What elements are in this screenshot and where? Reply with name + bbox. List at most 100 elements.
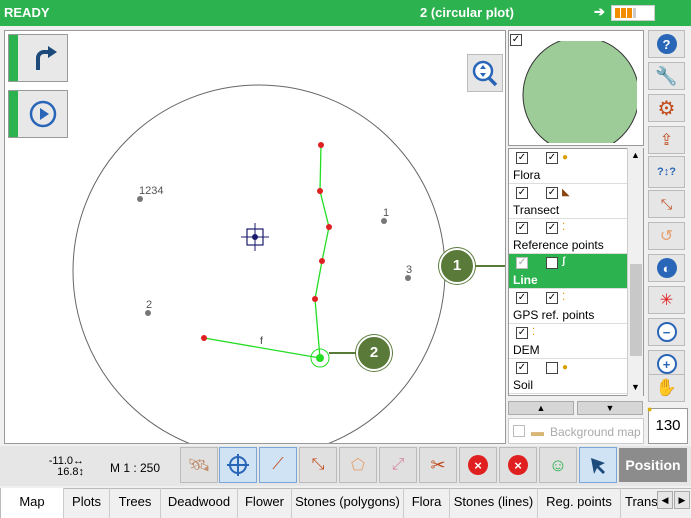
crosshair-icon <box>227 454 249 476</box>
folder-icon: ▬ <box>531 424 544 439</box>
map-canvas[interactable]: 1234 1 3 2 f 1 2 <box>4 30 506 444</box>
zoom-in-icon: + <box>656 354 677 374</box>
zoom-out-button[interactable]: − <box>648 318 685 346</box>
layer-visible-checkbox[interactable]: ✓ <box>516 292 528 304</box>
tab-stones-lines[interactable]: Stones (lines) <box>450 488 538 518</box>
points-icon: ⁚ <box>562 222 566 233</box>
coord-y: 16.8↕ <box>57 466 84 478</box>
layer-label-checkbox[interactable]: ✓ <box>546 257 558 269</box>
layer-label-checkbox[interactable]: ✓ <box>546 222 558 234</box>
gear-button[interactable]: ⚙ <box>648 94 685 122</box>
split-icon: ✂ <box>430 454 446 475</box>
layer-label: GPS ref. points <box>513 308 595 322</box>
edit-points-icon: ⤡ <box>311 456 325 473</box>
compress-button[interactable]: ✳ <box>648 286 685 314</box>
chevron-up-icon[interactable]: ▲ <box>631 150 640 160</box>
battery-icon <box>611 5 655 21</box>
layer-label-checkbox[interactable]: ✓ <box>546 187 558 199</box>
layer-item-dem[interactable]: ✓ ⁚ DEM <box>509 324 628 359</box>
move-vertex-icon: ⤢ <box>391 456 405 473</box>
layer-down-button[interactable]: ▼ <box>577 401 643 415</box>
satellite-icon: 🛰 <box>187 454 211 475</box>
layer-item-gps-ref-points[interactable]: ✓ ✓ ⁚ GPS ref. points <box>509 289 628 324</box>
line-label: f <box>260 336 263 347</box>
polygon-icon: ⬠ <box>351 457 365 474</box>
redo-button[interactable] <box>8 34 68 82</box>
tab-stones-polygons[interactable]: Stones (polygons) <box>292 488 404 518</box>
status-text: READY <box>4 5 50 20</box>
pointer-icon <box>591 458 605 474</box>
layer-visible-checkbox[interactable]: ✓ <box>516 362 528 374</box>
zoom-fit-button[interactable] <box>467 54 503 92</box>
crosshair-button[interactable] <box>219 447 257 483</box>
layer-list[interactable]: ✓ ✓ ● Flora ✓ ✓ ◣ Transect ✓ ✓ ⁚ Referen… <box>508 148 644 396</box>
polygon-button[interactable]: ⬠ <box>339 447 377 483</box>
tab-trees[interactable]: Trees <box>110 488 161 518</box>
lasso-button[interactable]: ↺ <box>648 222 685 250</box>
tab-trans[interactable]: Trans <box>621 488 657 518</box>
chevron-down-icon[interactable]: ▼ <box>631 382 640 392</box>
move-vertex-button[interactable]: ⤢ <box>379 447 417 483</box>
globe-button[interactable]: ◐ <box>648 254 685 282</box>
lasso-icon: ↺ <box>659 228 674 245</box>
gps-button[interactable]: 🛰 <box>180 447 218 483</box>
tab-flora[interactable]: Flora <box>404 488 450 518</box>
tab-reg-points[interactable]: Reg. points <box>538 488 621 518</box>
layer-visible-checkbox[interactable]: ✓ <box>516 327 528 339</box>
person-button[interactable]: ☺ <box>539 447 577 483</box>
layer-visible-checkbox[interactable]: ✓ <box>516 152 528 164</box>
pointer-button[interactable] <box>579 447 617 483</box>
delete-point-button[interactable]: × <box>499 447 537 483</box>
person-icon: ☺ <box>548 454 568 475</box>
layer-scrollbar[interactable]: ▲ ▼ <box>627 148 643 396</box>
edit-points-button[interactable]: ⤡ <box>299 447 337 483</box>
query-icon: ?↕? <box>657 166 676 178</box>
layer-visible-checkbox[interactable]: ✓ <box>516 257 528 269</box>
delete-point-icon: × <box>508 455 528 475</box>
draw-line-button[interactable]: ⟋ <box>259 447 297 483</box>
background-map-toggle[interactable]: ▬ Background map <box>508 418 644 444</box>
transect-icon: ◣ <box>562 187 570 198</box>
layer-visible-checkbox[interactable]: ✓ <box>516 222 528 234</box>
points-icon: ⁚ <box>562 292 566 303</box>
layer-visible-checkbox[interactable]: ✓ <box>516 187 528 199</box>
soil-icon: ● <box>562 362 569 373</box>
zoom-fit-icon <box>472 60 498 87</box>
navigate-arrow-icon[interactable]: ➔ <box>594 4 605 20</box>
help-button[interactable]: ? <box>648 30 685 58</box>
upload-button[interactable]: ⇪ <box>648 126 685 154</box>
map-scale: M 1 : 250 <box>110 461 161 475</box>
tab-map[interactable]: Map <box>0 488 64 518</box>
layer-item-flora[interactable]: ✓ ✓ ● Flora <box>509 149 628 184</box>
tab-scroll-right-button[interactable]: ▶ <box>674 491 690 509</box>
layer-item-soil[interactable]: ✓ ● Soil <box>509 359 628 394</box>
select-button[interactable]: ⤡ <box>648 190 685 218</box>
play-button[interactable] <box>8 90 68 138</box>
pan-button[interactable]: ✋ <box>648 374 685 402</box>
layer-item-reference-points[interactable]: ✓ ✓ ⁚ Reference points <box>509 219 628 254</box>
settings-tool-button[interactable]: 🔧 <box>648 62 685 90</box>
query-button[interactable]: ?↕? <box>648 156 685 188</box>
layer-label-checkbox[interactable]: ✓ <box>546 292 558 304</box>
position-button[interactable]: Position <box>619 448 687 482</box>
point-label: 1 <box>383 207 390 219</box>
redo-icon <box>36 46 57 70</box>
layer-item-transect[interactable]: ✓ ✓ ◣ Transect <box>509 184 628 219</box>
hand-icon: ✋ <box>655 378 678 397</box>
tab-scroll-left-button[interactable]: ◀ <box>657 491 673 509</box>
tab-deadwood[interactable]: Deadwood <box>161 488 238 518</box>
delete-line-button[interactable]: × <box>459 447 497 483</box>
layer-up-button[interactable]: ▲ <box>508 401 574 415</box>
compress-icon: ✳ <box>659 292 674 309</box>
layer-label-checkbox[interactable]: ✓ <box>546 152 558 164</box>
callout-number: 1 <box>452 257 462 274</box>
tab-flower[interactable]: Flower <box>238 488 292 518</box>
layer-item-line[interactable]: ✓ ✓ ʃ Line <box>509 254 628 289</box>
scrollbar-thumb[interactable] <box>630 264 642 356</box>
split-button[interactable]: ✂ <box>419 447 457 483</box>
counter-display: 130 <box>648 408 688 444</box>
tab-plots[interactable]: Plots <box>64 488 110 518</box>
background-map-checkbox[interactable] <box>513 425 525 437</box>
layer-label-checkbox[interactable] <box>546 362 558 374</box>
minimap[interactable]: ✓ <box>508 30 644 146</box>
